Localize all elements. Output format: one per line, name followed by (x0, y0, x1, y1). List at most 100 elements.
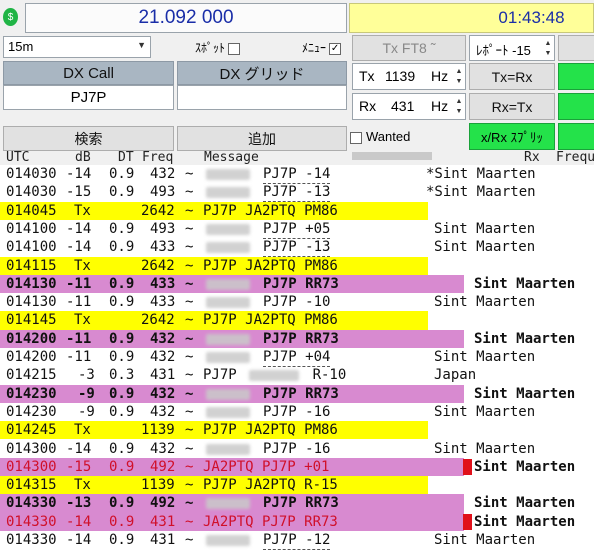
tx-mode-button[interactable]: Tx FT8 ˜ (352, 35, 466, 61)
row-message: PJ7P -13 (263, 239, 331, 258)
search-button[interactable]: 検索 (3, 126, 174, 151)
decode-row[interactable]: 014200 -11 0.9 432 ~ PJ7P RR73 Sint Maarten (0, 329, 594, 348)
redacted-callsign (206, 169, 250, 180)
row-symbol: ~ (185, 440, 194, 457)
row-db: Tx (74, 422, 91, 439)
decode-row[interactable]: 014130 -11 0.9 433 ~ PJ7P -10 Sint Maarten (0, 293, 594, 313)
spot-check[interactable] (228, 42, 241, 55)
col-dt: DT (118, 150, 134, 165)
rx-eq-tx-button[interactable]: Rx=Tx (469, 93, 555, 120)
row-freq: 432 (150, 330, 176, 347)
decode-row[interactable]: 014200 -11 0.9 432 ~ PJ7P +04 Sint Maarten (0, 348, 594, 367)
decode-row[interactable]: 014130 -11 0.9 433 ~ PJ7P RR73 Sint Maarten (0, 274, 594, 294)
row-message: JA2PTQ PJ7P +01 (203, 458, 330, 475)
row-utc: 014300 (6, 458, 57, 475)
decode-row[interactable]: 014230 -9 0.9 432 ~ PJ7P RR73 Sint Maarten (0, 384, 594, 403)
decode-row[interactable]: 014030 -15 0.9 493 ~ PJ7P -13 *Sint Maarten (0, 183, 594, 203)
redacted-callsign (206, 443, 250, 455)
row-symbol: ~ (185, 312, 194, 329)
green-indicator-1[interactable] (558, 63, 594, 90)
row-freq: 492 (150, 458, 176, 475)
row-db: -13 (66, 495, 92, 512)
decode-row[interactable]: 014300 -14 0.9 432 ~ PJ7P -16 Sint Maarten (0, 440, 594, 459)
dx-call-field[interactable]: PJ7P (3, 85, 174, 110)
row-country: Sint Maarten (434, 403, 536, 420)
menu-checkbox[interactable]: ﾒﾆｭｰ ✓ (302, 39, 350, 57)
rx-freq-spinbox[interactable]: Rx 431 Hz ▲ ▼ (352, 93, 466, 120)
tx-eq-rx-button[interactable]: Tx=Rx (469, 63, 555, 90)
row-message: PJ7P JA2PTQ PM86 (203, 312, 338, 329)
add-button[interactable]: 追加 (177, 126, 347, 151)
row-freq: 493 (150, 184, 176, 201)
row-dt: 0.9 (109, 513, 135, 530)
decode-row[interactable]: 014300 -15 0.9 492 ~ JA2PTQ PJ7P +01 Sint Maar… (0, 457, 594, 477)
row-dt: 0.9 (109, 403, 135, 420)
tx-freq-spinbox[interactable]: Tx 1139 Hz ▲ ▼ (352, 63, 466, 90)
split-label: x/Rx ｽﾌﾟﾘｯ (480, 130, 544, 145)
row-freq: 2642 (141, 312, 175, 329)
decode-row[interactable]: 014315 Tx 1139 ~ PJ7P JA2PTQ R-15 (0, 476, 594, 495)
row-db: -14 (66, 513, 92, 530)
row-db: -15 (66, 458, 92, 475)
row-db: Tx (74, 477, 91, 494)
decode-row[interactable]: 014245 Tx 1139 ~ PJ7P JA2PTQ PM86 (0, 421, 594, 440)
redacted-callsign (206, 352, 250, 363)
row-utc: 014230 (6, 385, 57, 402)
decode-row[interactable]: 014230 -9 0.9 432 ~ PJ7P -16 Sint Maarten (0, 403, 594, 422)
spinner-icon[interactable]: ▲ ▼ (544, 39, 552, 61)
wanted-checkbox[interactable]: Wanted (350, 129, 450, 147)
rx-spinner-icon[interactable]: ▲ ▼ (455, 97, 463, 119)
green-indicator-3[interactable] (558, 123, 594, 150)
row-db: -9 (78, 403, 95, 420)
decode-row[interactable]: 014145 Tx 2642 ~ PJ7P JA2PTQ PM86 (0, 311, 594, 330)
wanted-check[interactable] (350, 131, 362, 144)
top-right-button[interactable] (558, 35, 594, 61)
row-freq: 432 (150, 440, 176, 457)
redacted-callsign (206, 498, 250, 510)
row-message: PJ7P RR73 (263, 495, 339, 512)
decode-row[interactable]: 014330 -13 0.9 492 ~ PJ7P RR73 Sint Maarten (0, 494, 594, 513)
dx-call-header: DX Call (3, 61, 174, 85)
decode-list[interactable]: 014030 -14 0.9 432 ~ PJ7P -14 *Sint Maarten 014… (0, 165, 594, 560)
menu-check[interactable]: ✓ (329, 42, 342, 55)
row-db: -3 (78, 367, 95, 384)
decode-row[interactable]: 014045 Tx 2642 ~ PJ7P JA2PTQ PM86 (0, 201, 594, 220)
menu-label: ﾒﾆｭｰ (302, 41, 327, 55)
decode-row[interactable]: 014330 -14 0.9 431 ~ JA2PTQ PJ7P RR73 Sint Maa… (0, 512, 594, 531)
row-freq: 1139 (141, 477, 175, 494)
band-select[interactable]: 15m ▼ (3, 36, 151, 58)
green-indicator-2[interactable] (558, 93, 594, 120)
decode-row[interactable]: 014215 -3 0.3 431 ~ PJ7P R-10 Japan (0, 366, 594, 384)
row-message: PJ7P +05 (263, 220, 331, 239)
status-indicator-icon: $ (3, 8, 18, 26)
row-symbol: ~ (185, 330, 194, 347)
row-utc: 014245 (6, 422, 57, 439)
tx-spinner-icon[interactable]: ▲ ▼ (455, 67, 463, 89)
dx-grid-field[interactable] (177, 85, 347, 110)
col-freq: Freq (142, 150, 174, 165)
dial-frequency-display: 21.092 000 (25, 3, 347, 33)
row-utc: 014030 (6, 184, 57, 201)
row-utc: 014330 (6, 513, 57, 530)
report-spinbox[interactable]: ﾚﾎﾟｰﾄ -15 ▲ ▼ (469, 35, 555, 61)
decode-row[interactable]: 014030 -14 0.9 432 ~ PJ7P -14 *Sint Maarten (0, 165, 594, 184)
split-button[interactable]: x/Rx ｽﾌﾟﾘｯ (469, 123, 555, 150)
row-symbol: ~ (185, 367, 194, 384)
row-freq: 431 (150, 367, 176, 384)
col-rx: Rx (524, 150, 540, 165)
row-utc: 014130 (6, 294, 57, 311)
row-freq: 492 (150, 495, 176, 512)
row-symbol: ~ (185, 349, 194, 365)
decode-row[interactable]: 014115 Tx 2642 ~ PJ7P JA2PTQ PM86 (0, 256, 594, 275)
spot-checkbox[interactable]: ｽﾎﾟｯﾄ (195, 39, 255, 57)
decode-row[interactable]: 014100 -14 0.9 493 ~ PJ7P +05 Sint Maarten (0, 220, 594, 239)
row-message: PJ7P -16 (263, 440, 331, 459)
row-utc: 014315 (6, 477, 57, 494)
row-country: Sint Maarten (434, 532, 536, 548)
decode-row[interactable]: 014330 -14 0.9 431 ~ PJ7P -12 Sint Maarten (0, 531, 594, 550)
tx-eq-rx-label: Tx=Rx (491, 68, 533, 85)
row-db: Tx (74, 202, 91, 219)
row-message: PJ7P RR73 (263, 385, 339, 402)
row-country: Sint Maarten (474, 330, 576, 347)
decode-row[interactable]: 014100 -14 0.9 433 ~ PJ7P -13 Sint Maarten (0, 238, 594, 258)
